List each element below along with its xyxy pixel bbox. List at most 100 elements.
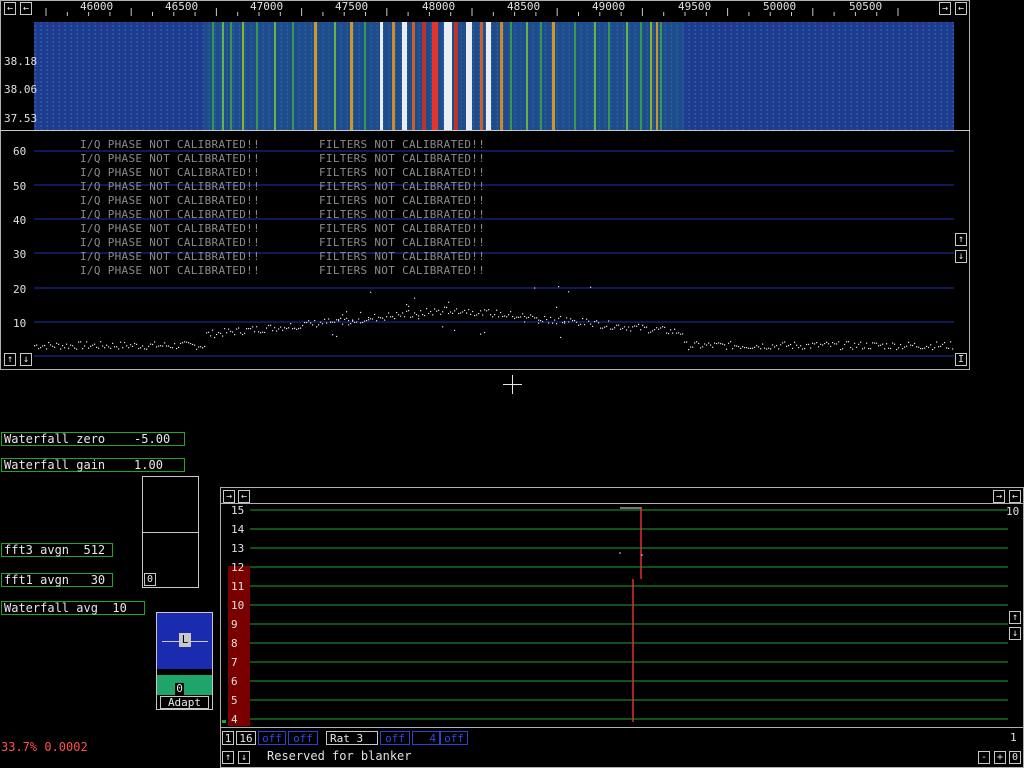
spectrum-trace-point bbox=[936, 341, 938, 343]
waterfall-zero-param[interactable]: Waterfall zero -5.00 bbox=[1, 432, 185, 446]
blanker-ylabel: 15 bbox=[231, 504, 245, 517]
spectrum-trace-point bbox=[730, 341, 732, 343]
spectrum-up-arrow-icon[interactable]: ↑ bbox=[955, 233, 967, 246]
blanker-off-1[interactable]: off bbox=[258, 731, 286, 745]
freq-tick-47500: 47500 bbox=[335, 0, 369, 13]
agc-control[interactable]: L 0 Adapt bbox=[156, 612, 213, 710]
blanker-left-arrow-icon[interactable]: ← bbox=[238, 490, 250, 503]
spectrum-trace-point bbox=[242, 334, 244, 336]
spectrum-trace-point bbox=[942, 343, 944, 345]
blanker-ylabel: 10 bbox=[231, 599, 245, 612]
waterfall-avg-param[interactable]: Waterfall avg 10 bbox=[1, 601, 145, 615]
blanker-down-arrow-icon[interactable]: ↓ bbox=[1009, 627, 1021, 640]
spectrum-trace-point bbox=[884, 348, 886, 350]
spectrum-trace-point bbox=[590, 286, 592, 288]
blanker-off-3[interactable]: off bbox=[380, 731, 410, 745]
spectrum-trace-point bbox=[484, 309, 486, 311]
spectrum-trace-point bbox=[204, 345, 206, 348]
spectrum-trace-point bbox=[924, 347, 926, 349]
spectrum-trace-point bbox=[110, 347, 112, 349]
waterfall-signal-line bbox=[466, 22, 472, 130]
spectrum-trace-point bbox=[284, 327, 286, 329]
spectrum-trace-point bbox=[326, 322, 328, 324]
blanker-right-arrow-icon-2[interactable]: → bbox=[993, 490, 1005, 503]
blanker-bottom-up-arrow-icon[interactable]: ↑ bbox=[222, 751, 234, 764]
fft1-avgn-param[interactable]: fft1 avgn 30 bbox=[1, 573, 113, 587]
spectrum-trace-point bbox=[356, 321, 358, 323]
waterfall-display[interactable] bbox=[34, 22, 954, 130]
spectrum-trace-point bbox=[742, 346, 744, 348]
spectrum-trace-point bbox=[414, 297, 416, 299]
scroll-right-arrow-icon[interactable]: → bbox=[939, 2, 951, 15]
blanker-btn-4[interactable]: 4 bbox=[412, 731, 440, 745]
blanker-rat-button[interactable]: Rat 3 bbox=[326, 731, 378, 745]
spectrum-trace-point bbox=[60, 348, 62, 350]
spectrum-bottom-down-arrow-icon[interactable]: ↓ bbox=[20, 353, 32, 366]
blanker-minus-button[interactable]: - bbox=[978, 751, 990, 764]
waterfall-gain-param[interactable]: Waterfall gain 1.00 bbox=[1, 458, 185, 472]
spectrum-trace-point bbox=[134, 342, 136, 345]
level-meter-box[interactable]: 0 bbox=[142, 476, 199, 588]
calibration-warning-line: I/Q PHASE NOT CALIBRATED!! FILTERS NOT CA… bbox=[80, 236, 485, 249]
calibration-warning-line: I/Q PHASE NOT CALIBRATED!! FILTERS NOT CA… bbox=[80, 250, 485, 263]
blanker-left-arrow-icon-2[interactable]: ← bbox=[1009, 490, 1021, 503]
blanker-off-4[interactable]: off bbox=[440, 731, 468, 745]
adapt-button[interactable]: Adapt bbox=[160, 696, 209, 709]
spectrum-trace-point bbox=[456, 308, 458, 310]
spectrum-trace-point bbox=[100, 341, 102, 343]
spectrum-trace-point bbox=[404, 316, 406, 318]
spectrum-trace-point bbox=[354, 321, 356, 323]
spectrum-trace-point bbox=[680, 333, 682, 335]
blanker-ylabel: 9 bbox=[231, 618, 238, 631]
spectrum-trace-point bbox=[290, 323, 292, 325]
waterfall-signal-line bbox=[444, 22, 452, 130]
blanker-btn-1[interactable]: 1 bbox=[222, 731, 234, 745]
scroll-left-arrow-icon-2[interactable]: ← bbox=[20, 2, 32, 15]
blanker-plus-button[interactable]: + bbox=[994, 751, 1006, 764]
spectrum-trace-point bbox=[432, 314, 434, 316]
spectrum-trace-point bbox=[902, 348, 904, 350]
fft3-avgn-param[interactable]: fft3 avgn 512 bbox=[1, 543, 113, 557]
scroll-left-arrow-icon[interactable]: ← bbox=[4, 2, 16, 15]
spectrum-down-arrow-icon[interactable]: ↓ bbox=[955, 250, 967, 263]
spectrum-bottom-up-arrow-icon[interactable]: ↑ bbox=[4, 353, 16, 366]
spectrum-trace-point bbox=[798, 347, 800, 349]
agc-slider-track[interactable] bbox=[157, 683, 212, 695]
blanker-up-arrow-icon[interactable]: ↑ bbox=[1009, 611, 1021, 624]
spectrum-trace-point bbox=[678, 332, 680, 334]
spectrum-trace-point bbox=[932, 348, 934, 351]
blanker-right-arrow-icon[interactable]: → bbox=[223, 490, 235, 503]
spectrum-trace-point bbox=[804, 348, 806, 350]
spectrum-trace-point bbox=[482, 314, 484, 316]
spectrum-trace-point bbox=[418, 318, 420, 320]
spectrum-trace-point bbox=[348, 324, 350, 326]
spectrum-trace-point bbox=[626, 329, 628, 331]
blanker-btn-16[interactable]: 16 bbox=[236, 731, 256, 745]
agc-l-label[interactable]: L bbox=[179, 633, 191, 647]
spectrum-trace-point bbox=[156, 346, 158, 348]
spectrum-trace-point bbox=[484, 331, 486, 334]
spectrum-trace-point bbox=[296, 328, 298, 330]
spectrum-trace-point bbox=[84, 345, 86, 347]
spectrum-trace-point bbox=[384, 319, 386, 321]
blanker-zero-button[interactable]: 0 bbox=[1009, 751, 1021, 764]
spectrum-trace-point bbox=[184, 341, 186, 343]
spectrum-trace-point bbox=[644, 326, 646, 328]
blanker-plot[interactable] bbox=[250, 504, 1008, 730]
spectrum-trace-point bbox=[570, 318, 572, 320]
spectrum-trace-point bbox=[516, 316, 518, 318]
spectrum-bar-icon[interactable]: I bbox=[955, 353, 967, 366]
blanker-off-2[interactable]: off bbox=[288, 731, 318, 745]
spectrum-trace-point bbox=[108, 346, 110, 348]
spectrum-trace-point bbox=[704, 343, 706, 345]
filters-warning-text: FILTERS NOT CALIBRATED!! bbox=[319, 166, 486, 179]
scroll-left-arrow-icon-3[interactable]: ← bbox=[955, 2, 967, 15]
spectrum-trace-point bbox=[676, 332, 678, 334]
blanker-bottom-down-arrow-icon[interactable]: ↓ bbox=[238, 751, 250, 764]
spectrum-trace-point bbox=[98, 347, 100, 349]
spectrum-trace-point bbox=[320, 321, 322, 323]
spectrum-trace-point bbox=[736, 345, 738, 347]
spectrum-trace-point bbox=[254, 331, 256, 333]
calibration-warning-line: I/Q PHASE NOT CALIBRATED!! FILTERS NOT CA… bbox=[80, 138, 485, 151]
spectrum-trace-point bbox=[530, 314, 532, 316]
